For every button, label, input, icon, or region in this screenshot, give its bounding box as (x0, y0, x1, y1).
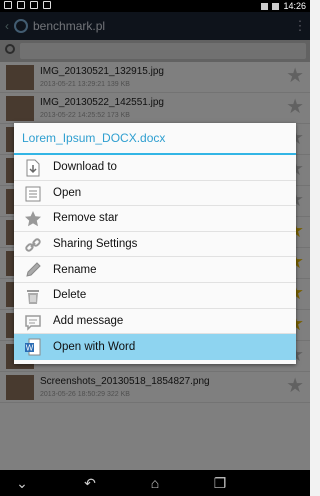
notification-icons (4, 1, 51, 9)
keyboard-hide-icon[interactable]: ⌄ (12, 475, 32, 491)
navigation-bar: ⌄ ↶ ⌂ ❐ (0, 470, 310, 496)
download-icon (30, 1, 38, 9)
menu-item-rename[interactable]: Rename (14, 257, 296, 283)
menu-item-open[interactable]: Open (14, 181, 296, 207)
download-document-icon (24, 159, 42, 177)
svg-text:W: W (26, 344, 34, 353)
speech-bubble-icon (24, 313, 42, 331)
menu-item-delete[interactable]: Delete (14, 283, 296, 309)
menu-item-label: Download to (53, 161, 117, 174)
status-bar: 14:26 (0, 0, 310, 12)
menu-item-label: Rename (53, 263, 97, 276)
menu-item-remove-star[interactable]: Remove star (14, 206, 296, 232)
open-document-icon (24, 185, 42, 203)
menu-item-sharing-settings[interactable]: Sharing Settings (14, 232, 296, 258)
menu-item-label: Open with Word (53, 340, 136, 353)
home-icon[interactable]: ⌂ (145, 475, 165, 491)
menu-item-label: Remove star (53, 212, 119, 225)
battery-icon (272, 2, 280, 10)
menu-item-add-message[interactable]: Add message (14, 309, 296, 335)
menu-item-label: Delete (53, 289, 87, 302)
back-icon[interactable]: ↶ (80, 475, 100, 491)
dialog-header: Lorem_Ipsum_DOCX.docx (14, 123, 296, 155)
star-icon (24, 210, 42, 228)
menu-item-label: Open (53, 186, 82, 199)
file-actions-dialog: Lorem_Ipsum_DOCX.docx Download to Open Rem… (14, 123, 296, 364)
trash-icon (24, 287, 42, 305)
notification-icon (4, 1, 12, 9)
dialog-title: Lorem_Ipsum_DOCX.docx (22, 131, 166, 145)
menu-item-open-with-word[interactable]: W Open with Word (14, 334, 296, 360)
pencil-icon (24, 261, 42, 279)
wifi-icon (261, 2, 269, 10)
action-menu: Download to Open Remove star Sharing Settin… (14, 155, 296, 360)
camera-icon (17, 1, 25, 9)
image-icon (43, 1, 51, 9)
menu-item-label: Add message (53, 314, 124, 327)
menu-item-label: Sharing Settings (53, 238, 138, 251)
menu-item-download-to[interactable]: Download to (14, 155, 296, 181)
clock: 14:26 (283, 1, 306, 11)
recent-apps-icon[interactable]: ❐ (210, 475, 230, 491)
share-link-icon (24, 236, 42, 254)
word-document-icon: W (24, 338, 42, 356)
